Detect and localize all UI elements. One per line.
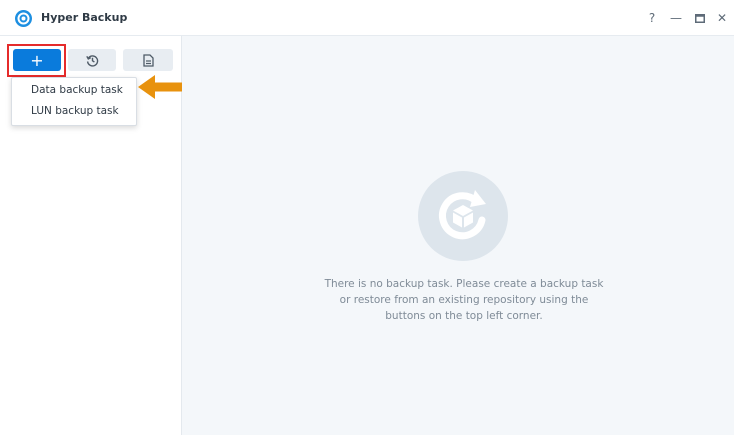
window-title: Hyper Backup [41, 11, 128, 24]
minimize-icon: — [670, 11, 682, 25]
document-icon [142, 53, 154, 67]
help-icon: ? [648, 11, 656, 25]
log-button[interactable] [123, 49, 173, 71]
restore-button[interactable] [68, 49, 116, 71]
close-button[interactable]: ✕ [712, 8, 732, 28]
minimize-button[interactable]: — [666, 8, 686, 28]
history-icon [85, 54, 98, 67]
task-sidebar: + Data backup task LUN backup task [0, 36, 182, 435]
maximize-icon [695, 13, 705, 23]
create-dropdown-menu: Data backup task LUN backup task [11, 77, 137, 126]
close-icon: ✕ [716, 11, 728, 25]
plus-icon: + [30, 50, 44, 70]
menu-item-lun-backup-task[interactable]: LUN backup task [12, 101, 136, 121]
empty-backup-icon [418, 171, 508, 261]
pointer-arrow-icon [138, 75, 182, 99]
help-button[interactable]: ? [642, 8, 662, 28]
empty-state-message: There is no backup task. Please create a… [324, 278, 604, 322]
menu-item-data-backup-task[interactable]: Data backup task [12, 80, 136, 100]
maximize-button[interactable] [690, 8, 710, 28]
hyper-backup-app-icon [15, 10, 32, 27]
create-button[interactable]: + [13, 49, 61, 71]
title-bar: Hyper Backup ? — ✕ [0, 0, 734, 36]
main-content: There is no backup task. Please create a… [182, 36, 734, 435]
